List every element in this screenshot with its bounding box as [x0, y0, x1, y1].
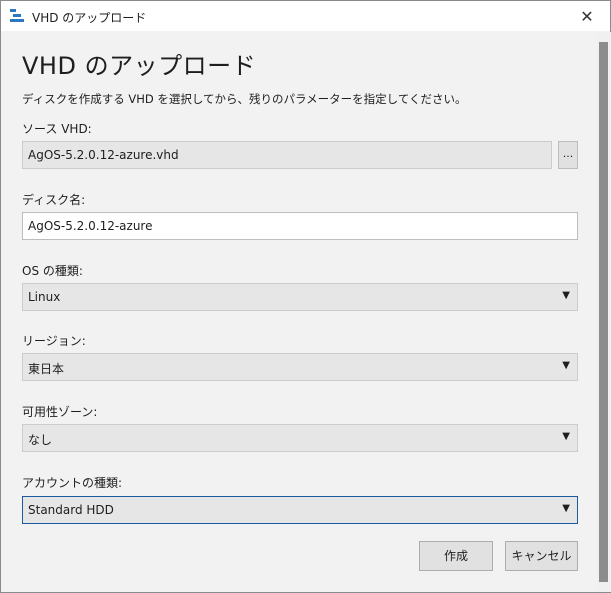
upload-vhd-dialog: VHD のアップロード ✕ VHD のアップロード ディスクを作成する VHD … — [0, 0, 611, 593]
browse-button[interactable]: ... — [558, 141, 578, 169]
availability-zone-label: 可用性ゾーン: — [22, 405, 98, 419]
region-value: 東日本 — [28, 362, 65, 376]
availability-zone-value: なし — [28, 433, 53, 447]
region-select[interactable]: 東日本 ▼ — [22, 353, 578, 381]
close-icon: ✕ — [580, 6, 594, 26]
create-button[interactable]: 作成 — [419, 541, 493, 571]
chevron-down-icon: ▼ — [562, 503, 570, 514]
region-label: リージョン: — [22, 334, 86, 348]
source-vhd-label: ソース VHD: — [22, 122, 92, 136]
close-button[interactable]: ✕ — [564, 1, 610, 31]
disk-name-label: ディスク名: — [22, 193, 86, 207]
os-type-select[interactable]: Linux ▼ — [22, 283, 578, 311]
vertical-scrollbar[interactable] — [596, 32, 611, 592]
account-type-select[interactable]: Standard HDD ▼ — [22, 496, 578, 524]
source-vhd-value: AgOS-5.2.0.12-azure.vhd — [28, 148, 179, 162]
disk-name-value: AgOS-5.2.0.12-azure — [28, 219, 153, 233]
cancel-button[interactable]: キャンセル — [505, 541, 578, 571]
page-title: VHD のアップロード — [22, 52, 257, 80]
account-type-value: Standard HDD — [28, 503, 114, 517]
account-type-label: アカウントの種類: — [22, 476, 123, 490]
chevron-down-icon: ▼ — [562, 290, 570, 301]
page-description: ディスクを作成する VHD を選択してから、残りのパラメーターを指定してください… — [22, 92, 467, 106]
window-title: VHD のアップロード — [32, 11, 147, 25]
availability-zone-select[interactable]: なし ▼ — [22, 424, 578, 452]
scrollbar-thumb[interactable] — [599, 42, 608, 582]
upload-app-icon — [10, 9, 24, 22]
chevron-down-icon: ▼ — [562, 431, 570, 442]
os-type-label: OS の種類: — [22, 264, 83, 278]
source-vhd-field[interactable]: AgOS-5.2.0.12-azure.vhd — [22, 141, 552, 169]
dialog-content: VHD のアップロード ディスクを作成する VHD を選択してから、残りのパラメ… — [2, 32, 596, 592]
os-type-value: Linux — [28, 290, 61, 304]
title-bar: VHD のアップロード ✕ — [1, 1, 610, 31]
chevron-down-icon: ▼ — [562, 360, 570, 371]
disk-name-input[interactable]: AgOS-5.2.0.12-azure — [22, 212, 578, 240]
